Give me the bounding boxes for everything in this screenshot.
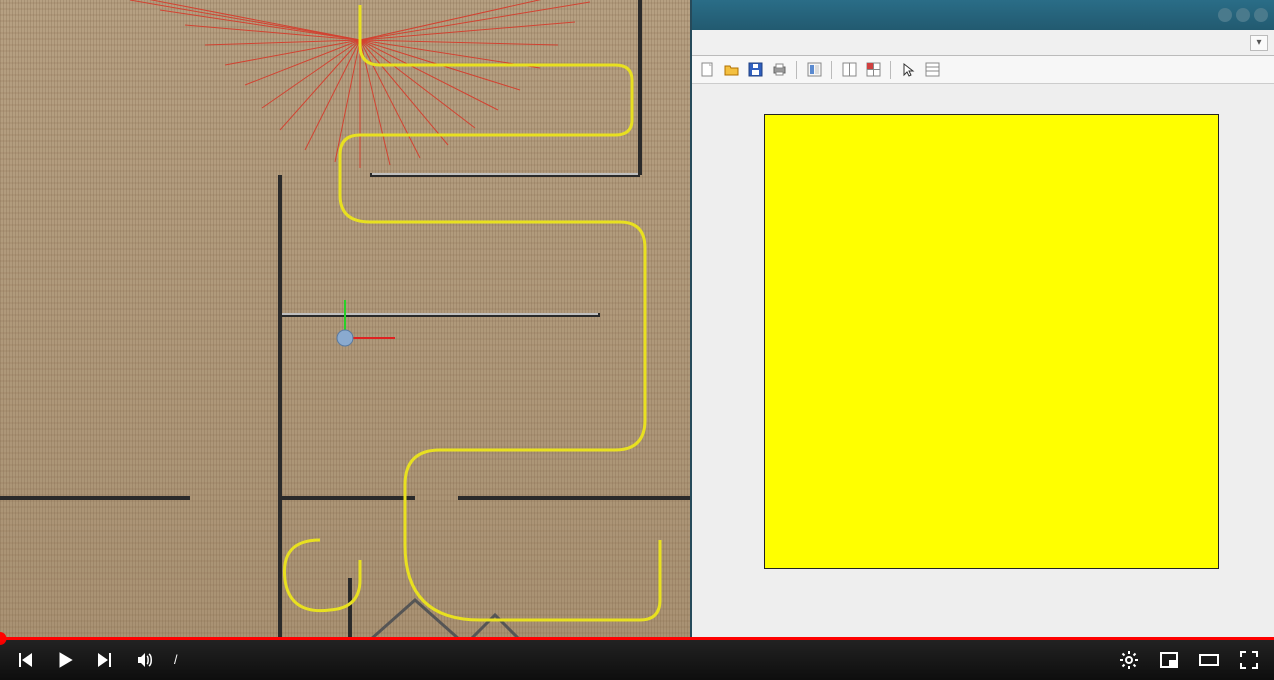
settings-icon[interactable] bbox=[1118, 649, 1140, 671]
previous-icon[interactable] bbox=[14, 649, 36, 671]
fullscreen-icon[interactable] bbox=[1238, 649, 1260, 671]
menu-file[interactable] bbox=[698, 40, 714, 46]
maximize-icon[interactable] bbox=[1236, 8, 1250, 22]
figure-titlebar[interactable] bbox=[692, 0, 1274, 30]
toolbar-sep bbox=[890, 61, 891, 79]
figure-menubar: ▾ bbox=[692, 30, 1274, 56]
menu-tools[interactable] bbox=[778, 40, 794, 46]
print-icon[interactable] bbox=[768, 59, 790, 81]
simulation-scene bbox=[0, 0, 690, 640]
tile1-icon[interactable] bbox=[838, 59, 860, 81]
figure-canvas[interactable] bbox=[692, 84, 1274, 640]
volume-icon[interactable] bbox=[134, 649, 156, 671]
origin-gizmo bbox=[337, 300, 395, 346]
video-time: / bbox=[174, 653, 178, 667]
figure-toolbar bbox=[692, 56, 1274, 84]
menu-help[interactable] bbox=[838, 40, 854, 46]
menu-more-icon[interactable]: ▾ bbox=[1250, 35, 1268, 51]
simulation-viewport[interactable] bbox=[0, 0, 690, 640]
close-icon[interactable] bbox=[1254, 8, 1268, 22]
new-file-icon[interactable] bbox=[696, 59, 718, 81]
axes[interactable] bbox=[764, 114, 1219, 569]
menu-window[interactable] bbox=[818, 40, 834, 46]
play-icon[interactable] bbox=[54, 649, 76, 671]
link-icon[interactable] bbox=[803, 59, 825, 81]
theater-icon[interactable] bbox=[1198, 649, 1220, 671]
simulation-stats-overlay bbox=[8, 0, 28, 168]
figure-window: ▾ bbox=[690, 0, 1274, 640]
application-workspace: ▾ bbox=[0, 0, 1274, 640]
save-icon[interactable] bbox=[744, 59, 766, 81]
minimize-icon[interactable] bbox=[1218, 8, 1232, 22]
toolbar-sep bbox=[831, 61, 832, 79]
video-controls: / bbox=[0, 640, 1274, 680]
miniplayer-icon[interactable] bbox=[1158, 649, 1180, 671]
tile2-icon[interactable] bbox=[862, 59, 884, 81]
next-icon[interactable] bbox=[94, 649, 116, 671]
menu-view[interactable] bbox=[738, 40, 754, 46]
axes-content bbox=[765, 115, 1218, 568]
open-folder-icon[interactable] bbox=[720, 59, 742, 81]
pointer-icon[interactable] bbox=[897, 59, 919, 81]
menu-insert[interactable] bbox=[758, 40, 774, 46]
toolbar-sep bbox=[796, 61, 797, 79]
menu-desktop[interactable] bbox=[798, 40, 814, 46]
properties-icon[interactable] bbox=[921, 59, 943, 81]
menu-edit[interactable] bbox=[718, 40, 734, 46]
